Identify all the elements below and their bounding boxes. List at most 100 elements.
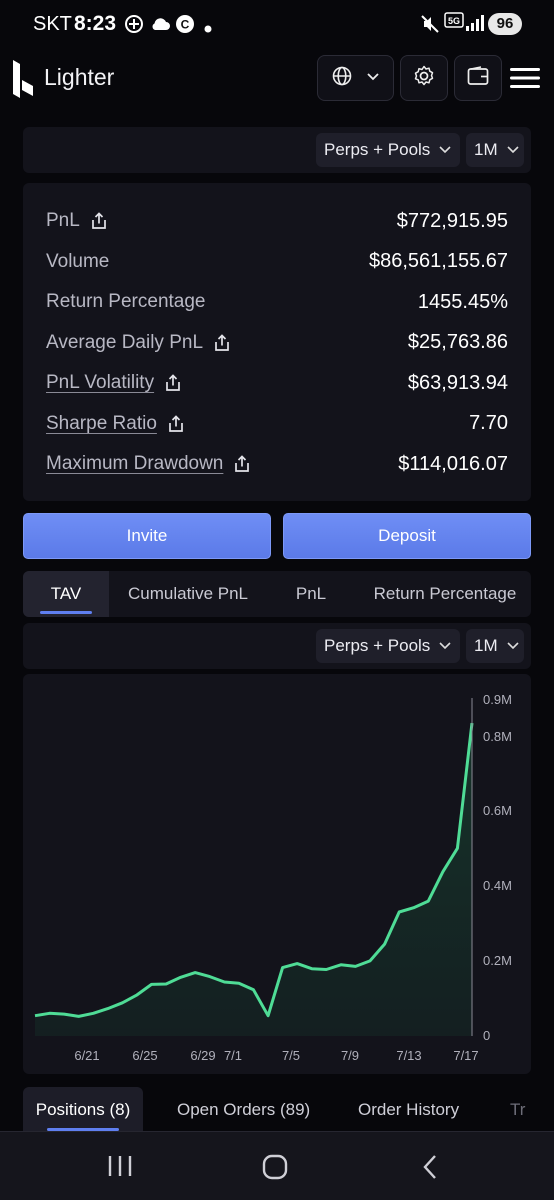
x-tick-label: 6/29 <box>190 1048 215 1063</box>
y-tick-label: 0.4M <box>483 878 512 893</box>
stat-row: Maximum Drawdown $114,016.07 <box>46 449 508 479</box>
back-icon[interactable] <box>420 1154 440 1185</box>
notification-dot-icon <box>204 20 212 38</box>
tab-return-percentage[interactable]: Return Percentage <box>359 571 531 617</box>
x-tick-label: 7/17 <box>453 1048 478 1063</box>
language-button[interactable] <box>317 55 394 101</box>
market-select-value: Perps + Pools <box>324 140 431 159</box>
stat-label-text: PnL Volatility <box>46 372 155 393</box>
x-tick-label: 7/5 <box>282 1048 300 1063</box>
stat-label[interactable]: Sharpe Ratio <box>46 413 185 435</box>
tab-trade-history[interactable]: Tr <box>510 1087 525 1133</box>
c-app-icon: C <box>175 14 195 39</box>
stat-label-text: PnL <box>46 210 80 231</box>
tab-label: TAV <box>50 584 82 603</box>
tab-label: Return Percentage <box>373 584 517 603</box>
stat-label: Return Percentage <box>46 291 206 313</box>
invite-button[interactable]: Invite <box>23 513 271 559</box>
range-select-value: 1M <box>474 636 498 655</box>
tab-pnl[interactable]: PnL <box>279 571 343 617</box>
globe-icon <box>332 66 352 91</box>
chart-tabs: TAV Cumulative PnL PnL Return Percentage <box>23 571 531 617</box>
stat-value: $772,915.95 <box>396 209 508 232</box>
tab-label: Cumulative PnL <box>127 584 248 603</box>
tav-chart[interactable]: 0 0.2M 0.4M 0.6M 0.8M 0.9M 6/21 6/25 6/29 7/1 7/5 7… <box>23 674 531 1074</box>
system-nav-bar <box>0 1131 554 1200</box>
stat-label-text: Return Percentage <box>46 291 206 312</box>
x-tick-label: 6/25 <box>132 1048 157 1063</box>
mute-icon <box>420 14 440 39</box>
tab-cumulative-pnl[interactable]: Cumulative PnL <box>109 571 267 617</box>
x-tick-label: 7/1 <box>224 1048 242 1063</box>
stat-label[interactable]: Maximum Drawdown <box>46 453 251 475</box>
chart-market-select[interactable]: Perps + Pools <box>316 629 460 663</box>
stat-label: PnL <box>46 210 108 232</box>
share-icon[interactable] <box>213 333 231 352</box>
stat-row: Volume $86,561,155.67 <box>46 247 508 277</box>
stat-row: PnL Volatility $63,913.94 <box>46 368 508 398</box>
chevron-down-icon <box>366 69 380 87</box>
stat-label-text: Sharpe Ratio <box>46 412 157 434</box>
chevron-down-icon <box>506 636 520 656</box>
network-5g-icon: 5G <box>444 12 464 39</box>
gear-icon <box>413 65 435 92</box>
signal-icon <box>466 15 484 36</box>
share-icon[interactable] <box>90 212 108 230</box>
deposit-button[interactable]: Deposit <box>283 513 531 559</box>
stat-label-text: Volume <box>46 250 110 272</box>
menu-icon[interactable] <box>510 67 540 94</box>
share-icon[interactable] <box>233 455 251 473</box>
y-tick-label: 0 <box>483 1028 490 1043</box>
stat-value: $114,016.07 <box>398 452 508 475</box>
chevron-down-icon <box>506 140 520 160</box>
x-tick-label: 7/9 <box>341 1048 359 1063</box>
recent-apps-icon[interactable] <box>107 1154 133 1183</box>
svg-text:C: C <box>181 18 190 32</box>
range-select-value: 1M <box>474 140 498 159</box>
stat-label[interactable]: PnL Volatility <box>46 372 182 394</box>
share-icon[interactable] <box>164 374 182 392</box>
stat-value: $25,763.86 <box>407 331 508 353</box>
tab-tav[interactable]: TAV <box>23 571 109 617</box>
chart-canvas: 0 0.2M 0.4M 0.6M 0.8M 0.9M 6/21 6/25 6/29 7/1 7/5 7… <box>34 692 512 1063</box>
stat-value: 1455.45% <box>417 290 508 313</box>
tab-positions[interactable]: Positions (8) <box>23 1087 143 1133</box>
wallet-button[interactable] <box>454 55 502 101</box>
y-tick-label: 0.8M <box>483 729 512 744</box>
y-tick-label: 0.6M <box>483 803 512 818</box>
stat-row: PnL $772,915.95 <box>46 206 508 236</box>
account-tabs: Positions (8) Open Orders (89) Order His… <box>23 1087 554 1133</box>
chart-filter-bar: Perps + Pools 1M <box>23 623 531 669</box>
chevron-down-icon <box>438 140 452 160</box>
stat-row: Average Daily PnL $25,763.86 <box>46 328 508 358</box>
lighter-logo-icon[interactable] <box>11 60 35 103</box>
x-tick-label: 7/13 <box>396 1048 421 1063</box>
home-icon[interactable] <box>262 1154 288 1185</box>
stat-value: $63,913.94 <box>407 371 508 394</box>
tab-open-orders[interactable]: Open Orders (89) <box>177 1087 310 1133</box>
clock: 8:23 <box>74 12 117 35</box>
y-tick-label: 0.2M <box>483 953 512 968</box>
tab-label: Order History <box>358 1100 460 1119</box>
settings-button[interactable] <box>400 55 448 101</box>
market-select-value: Perps + Pools <box>324 636 431 655</box>
stat-label-text: Average Daily PnL <box>46 331 204 353</box>
y-tick-label: 0.9M <box>483 692 512 707</box>
chevron-down-icon <box>438 636 452 656</box>
chart-range-select[interactable]: 1M <box>466 629 524 663</box>
carrier-label: SKT <box>33 13 72 35</box>
stat-label: Volume <box>46 251 109 273</box>
tab-label: PnL <box>295 584 327 603</box>
active-tab-indicator <box>40 611 92 614</box>
share-icon[interactable] <box>167 414 185 433</box>
app-header: Lighter <box>0 50 554 110</box>
range-select[interactable]: 1M <box>466 133 524 167</box>
tab-label: Tr <box>510 1100 526 1119</box>
tab-order-history[interactable]: Order History <box>358 1087 459 1133</box>
brand-name[interactable]: Lighter <box>44 64 114 91</box>
tab-label: Positions (8) <box>35 1100 131 1119</box>
market-select[interactable]: Perps + Pools <box>316 133 460 167</box>
stat-label: Average Daily PnL <box>46 332 231 354</box>
battery-level: 96 <box>488 13 522 35</box>
stat-row: Return Percentage 1455.45% <box>46 287 508 317</box>
